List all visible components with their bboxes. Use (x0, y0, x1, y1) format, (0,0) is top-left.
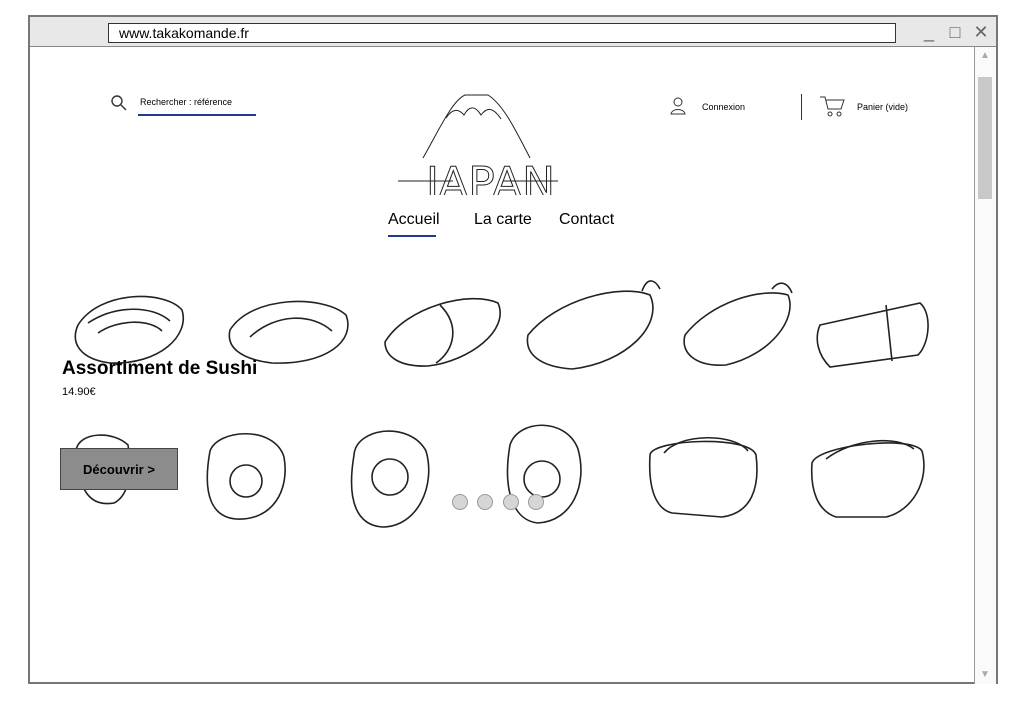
nav-item-contact[interactable]: Contact (559, 211, 614, 229)
main-nav: Accueil La carte Contact (358, 211, 618, 241)
carousel-dot-1[interactable] (452, 494, 468, 510)
search-placeholder: Rechercher : référence (140, 97, 233, 107)
user-icon[interactable] (668, 96, 688, 116)
scroll-up-icon[interactable]: ▲ (979, 51, 991, 61)
scroll-down-icon[interactable]: ▼ (979, 670, 991, 680)
discover-button[interactable]: Découvrir > (60, 448, 178, 490)
cart-icon[interactable] (818, 94, 846, 118)
maximize-icon[interactable]: □ (944, 21, 966, 43)
logo-text: JAPAN (423, 158, 555, 195)
mountain-logo-icon: JAPAN (398, 94, 558, 210)
scroll-thumb[interactable] (978, 77, 992, 199)
vertical-scrollbar[interactable]: ▲ ▼ (974, 47, 996, 684)
carousel-dot-3[interactable] (503, 494, 519, 510)
brand-logo[interactable]: JAPAN (368, 85, 578, 210)
search-field[interactable]: Rechercher : référence (110, 92, 260, 118)
account-divider (801, 94, 802, 120)
cart-link[interactable]: Panier (vide) (857, 102, 908, 112)
carousel-dots (422, 494, 544, 514)
close-icon[interactable]: ✕ (970, 21, 992, 43)
minimize-icon[interactable]: _ (918, 21, 940, 43)
account-area: Connexion Panier (vide) (668, 94, 928, 124)
login-link[interactable]: Connexion (702, 102, 745, 112)
carousel-dot-4[interactable] (528, 494, 544, 510)
url-bar[interactable]: www.takakomande.fr (108, 23, 896, 43)
search-icon (111, 95, 127, 111)
browser-titlebar: www.takakomande.fr _ □ ✕ (30, 17, 996, 47)
hero-price: 14.90€ (62, 386, 96, 398)
search-underline (138, 114, 256, 116)
nav-item-la-carte[interactable]: La carte (474, 211, 532, 229)
active-nav-underline (388, 235, 436, 237)
hero-title: Assortiment de Sushi (62, 358, 258, 379)
carousel-dot-2[interactable] (477, 494, 493, 510)
nav-item-accueil[interactable]: Accueil (388, 211, 440, 229)
